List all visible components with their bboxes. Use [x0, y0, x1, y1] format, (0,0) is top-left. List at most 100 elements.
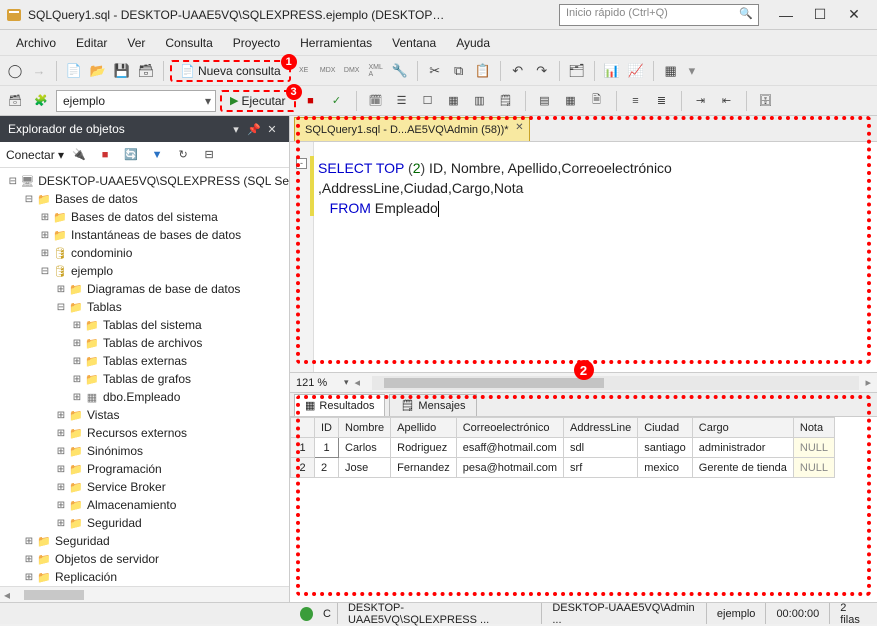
tree-ejemplo[interactable]: ⊟🛢ejemplo: [4, 262, 289, 280]
tree-seguridad-db[interactable]: ⊞📁Seguridad: [4, 514, 289, 532]
tab-mensajes[interactable]: 🗒Mensajes: [389, 394, 476, 416]
close-button[interactable]: ✕: [837, 3, 871, 27]
tab-resultados[interactable]: ▦Resultados: [294, 394, 385, 416]
new-project-button[interactable]: 📄: [63, 60, 85, 82]
col-nombre[interactable]: Nombre: [339, 418, 391, 438]
tree-hscroll[interactable]: ◂: [0, 586, 289, 602]
menu-ver[interactable]: Ver: [117, 33, 155, 53]
object-explorer-button[interactable]: 🗂: [566, 60, 588, 82]
tree-seguridad[interactable]: ⊞📁Seguridad: [4, 532, 289, 550]
maximize-button[interactable]: ☐: [803, 3, 837, 27]
disconnect-button[interactable]: 🔌: [68, 144, 90, 166]
tree-server[interactable]: ⊟🖥DESKTOP-UAAE5VQ\SQLEXPRESS (SQL Se: [4, 172, 289, 190]
save-all-button[interactable]: 🗃: [135, 60, 157, 82]
tree-dbo-empleado[interactable]: ⊞▦dbo.Empleado: [4, 388, 289, 406]
menu-ayuda[interactable]: Ayuda: [446, 33, 500, 53]
col-id[interactable]: ID: [315, 418, 339, 438]
connect-button[interactable]: Conectar: [6, 148, 64, 162]
tree-service-broker[interactable]: ⊞📁Service Broker: [4, 478, 289, 496]
dmx-button[interactable]: DMX: [341, 60, 363, 82]
mdx-button[interactable]: MDX: [317, 60, 339, 82]
redo-button[interactable]: ↷: [531, 60, 553, 82]
save-button[interactable]: 💾: [111, 60, 133, 82]
col-address[interactable]: AddressLine: [564, 418, 638, 438]
stop-button[interactable]: ■: [300, 90, 322, 112]
menu-editar[interactable]: Editar: [66, 33, 117, 53]
window-layout-button[interactable]: ▦: [660, 60, 682, 82]
properties-button[interactable]: 🔧: [389, 60, 411, 82]
tab-close-button[interactable]: ✕: [515, 122, 523, 133]
uncomment-button[interactable]: ≣: [651, 90, 673, 112]
client-stats-button[interactable]: 🗒: [495, 90, 517, 112]
filter-button[interactable]: ▼: [146, 144, 168, 166]
change-connection-button[interactable]: 🧩: [30, 90, 52, 112]
database-combo[interactable]: ejemplo: [56, 90, 216, 112]
tree-diagrams[interactable]: ⊞📁Diagramas de base de datos: [4, 280, 289, 298]
refresh-button[interactable]: 🔄: [120, 144, 142, 166]
indent-button[interactable]: ⇥: [690, 90, 712, 112]
xmla-button[interactable]: XMLA: [365, 60, 387, 82]
results-text-button[interactable]: ▤: [534, 90, 556, 112]
outline-collapse-icon[interactable]: -: [296, 158, 307, 169]
cut-button[interactable]: ✂: [424, 60, 446, 82]
menu-proyecto[interactable]: Proyecto: [223, 33, 290, 53]
comment-button[interactable]: ≡: [625, 90, 647, 112]
activity-monitor-button[interactable]: 📊: [601, 60, 623, 82]
tree-tablas-grafos[interactable]: ⊞📁Tablas de grafos: [4, 370, 289, 388]
parse-button[interactable]: ✓: [326, 90, 348, 112]
ejecutar-button[interactable]: ▶ Ejecutar 3: [220, 90, 296, 112]
menu-ventana[interactable]: Ventana: [382, 33, 446, 53]
col-ciudad[interactable]: Ciudad: [638, 418, 693, 438]
menu-archivo[interactable]: Archivo: [6, 33, 66, 53]
tree-programacion[interactable]: ⊞📁Programación: [4, 460, 289, 478]
paste-button[interactable]: 📋: [472, 60, 494, 82]
intellisense-button[interactable]: ☐: [417, 90, 439, 112]
table-row[interactable]: 1 1 Carlos Rodriguez esaff@hotmail.com s…: [291, 438, 835, 458]
table-row[interactable]: 2 2 Jose Fernandez pesa@hotmail.com srf …: [291, 458, 835, 478]
col-cargo[interactable]: Cargo: [692, 418, 793, 438]
editor-hscroll[interactable]: [372, 376, 859, 390]
tree-tablas[interactable]: ⊟📁Tablas: [4, 298, 289, 316]
results-grid[interactable]: ID Nombre Apellido Correoelectrónico Add…: [290, 417, 877, 602]
tree-almacenamiento[interactable]: ⊞📁Almacenamiento: [4, 496, 289, 514]
col-nota[interactable]: Nota: [793, 418, 834, 438]
query-options-button[interactable]: ☰: [391, 90, 413, 112]
include-plan-button[interactable]: ▦: [443, 90, 465, 112]
tree-replicacion[interactable]: ⊞📁Replicación: [4, 568, 289, 586]
stop2-button[interactable]: ■: [94, 144, 116, 166]
live-stats-button[interactable]: ▥: [469, 90, 491, 112]
tree-vistas[interactable]: ⊞📁Vistas: [4, 406, 289, 424]
col-correo[interactable]: Correoelectrónico: [456, 418, 563, 438]
undo-button[interactable]: ↶: [507, 60, 529, 82]
file-tab-active[interactable]: SQLQuery1.sql - D...AE5VQ\Admin (58))* ✕: [294, 117, 530, 141]
results-file-button[interactable]: 🗎: [586, 90, 608, 112]
results-grid-button[interactable]: ▦: [560, 90, 582, 112]
menu-consulta[interactable]: Consulta: [155, 33, 222, 53]
outdent-button[interactable]: ⇤: [716, 90, 738, 112]
use-db-button[interactable]: 🗃: [4, 90, 26, 112]
minimize-button[interactable]: —: [769, 3, 803, 27]
tree-tablas-sistema[interactable]: ⊞📁Tablas del sistema: [4, 316, 289, 334]
tree-tablas-archivos[interactable]: ⊞📁Tablas de archivos: [4, 334, 289, 352]
tree-recursos[interactable]: ⊞📁Recursos externos: [4, 424, 289, 442]
open-button[interactable]: 📂: [87, 60, 109, 82]
panel-dropdown-button[interactable]: ▾: [227, 123, 245, 136]
tree-snapshots[interactable]: ⊞📁Instantáneas de bases de datos: [4, 226, 289, 244]
nueva-consulta-button[interactable]: 📄 Nueva consulta 1: [170, 60, 291, 82]
search-button[interactable]: ↻: [172, 144, 194, 166]
tree-sysdb[interactable]: ⊞📁Bases de datos del sistema: [4, 208, 289, 226]
panel-close-button[interactable]: ✕: [263, 123, 281, 136]
quick-launch-input[interactable]: Inicio rápido (Ctrl+Q): [559, 4, 759, 26]
estimated-plan-button[interactable]: 🗓: [365, 90, 387, 112]
zoom-value[interactable]: 121 %: [296, 377, 344, 389]
col-apellido[interactable]: Apellido: [391, 418, 457, 438]
collapse-button[interactable]: ⊟: [198, 144, 220, 166]
object-tree[interactable]: ⊟🖥DESKTOP-UAAE5VQ\SQLEXPRESS (SQL Se ⊟📁B…: [0, 168, 289, 586]
nav-fwd-button[interactable]: →: [28, 60, 50, 82]
sql-editor[interactable]: - SELECT TOP (2) ID, Nombre, Apellido,Co…: [290, 142, 877, 372]
tree-condominio[interactable]: ⊞🛢condominio: [4, 244, 289, 262]
tree-objetos-servidor[interactable]: ⊞📁Objetos de servidor: [4, 550, 289, 568]
menu-herramientas[interactable]: Herramientas: [290, 33, 382, 53]
panel-pin-button[interactable]: 📌: [245, 123, 263, 136]
execution-plan-button[interactable]: 📈: [625, 60, 647, 82]
